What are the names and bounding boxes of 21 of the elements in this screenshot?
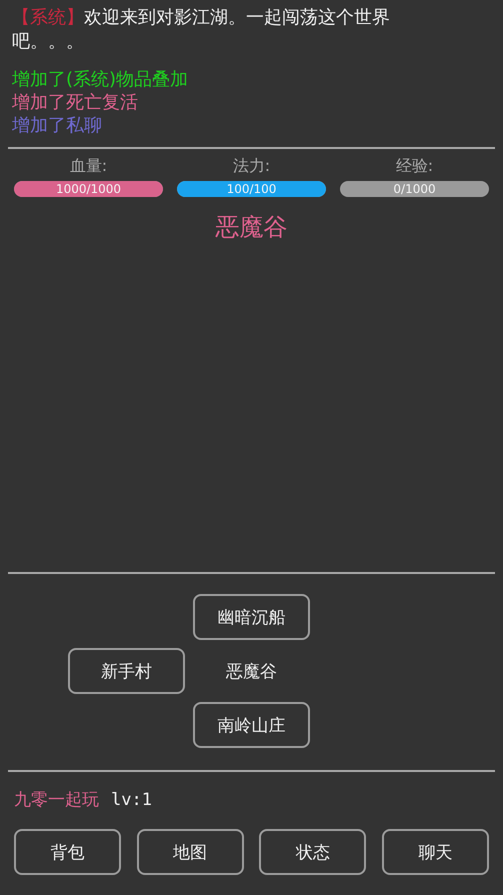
menu-button[interactable]: 背包 <box>14 829 121 875</box>
stat-label: 经验: <box>396 155 434 177</box>
exit-button[interactable]: 幽暗沉船 <box>193 594 310 640</box>
current-location: 恶魔谷 <box>226 660 277 682</box>
player-name: 九零一起玩 <box>14 789 99 811</box>
menu-button[interactable]: 聊天 <box>382 829 489 875</box>
stat-label: 血量: <box>70 155 108 177</box>
stat-label: 法力: <box>232 155 270 177</box>
system-message: 【系统】欢迎来到对影江湖。一起闯荡这个世界吧。。。 <box>12 6 391 54</box>
stat-reading: 0/1000 <box>393 181 436 197</box>
stat-reading: 100/100 <box>226 181 276 197</box>
log-message: 增加了私聊 <box>12 114 102 137</box>
menu-button[interactable]: 状态 <box>259 829 366 875</box>
log-message: 增加了死亡复活 <box>12 91 138 114</box>
location-title: 恶魔谷 <box>216 212 288 243</box>
player-level: lv:1 <box>111 790 152 810</box>
stat-reading: 1000/1000 <box>56 181 122 197</box>
menu-button[interactable]: 地图 <box>136 829 244 875</box>
log-message: 增加了(系统)物品叠加 <box>12 68 188 91</box>
exit-button[interactable]: 新手村 <box>68 648 185 694</box>
exit-button[interactable]: 南岭山庄 <box>193 702 310 748</box>
